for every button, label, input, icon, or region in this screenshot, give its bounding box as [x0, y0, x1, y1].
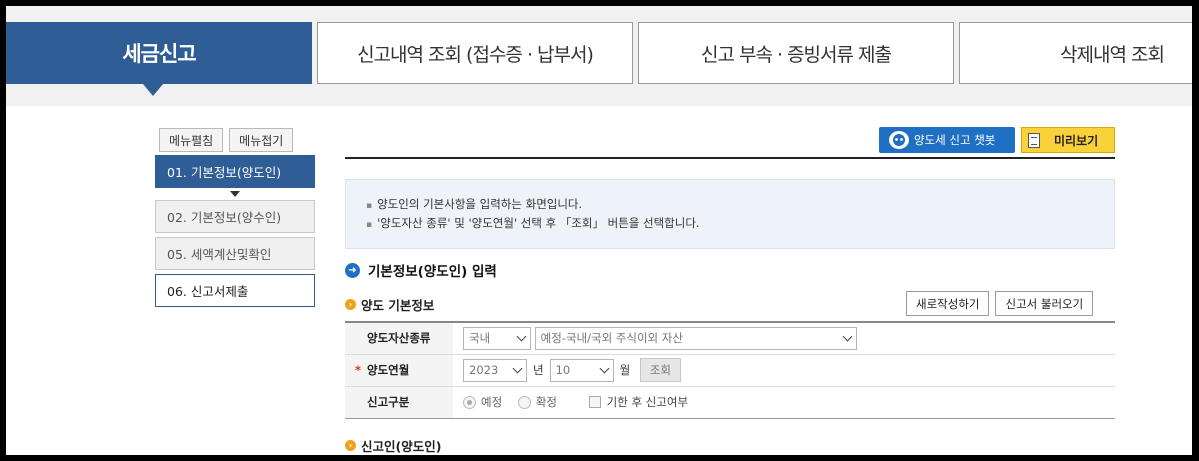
asset-type-cell: 국내 예정-국내/국외 주식이외 자산 — [453, 321, 1115, 355]
chevron-down-icon — [512, 363, 523, 373]
new-write-button[interactable]: 새로작성하기 — [906, 291, 990, 316]
section-title: ➜ 기본정보(양도인) 입력 — [345, 260, 497, 280]
search-button[interactable]: 조회 — [639, 358, 682, 382]
tab-label: 세금신고 — [122, 42, 196, 66]
form-row-date: * 양도연월 2023 년 10 월 조회 — [345, 354, 1115, 387]
active-tab-caret — [143, 84, 163, 96]
menu-toggle-group: 메뉴펼침 메뉴접기 — [159, 128, 294, 152]
asset-type-select[interactable]: 예정-국내/국외 주식이외 자산 — [534, 326, 857, 350]
radio-final[interactable]: 확정 — [517, 394, 557, 410]
subsection-title-text: 양도 기본정보 — [361, 298, 435, 313]
asset-type-value: 예정-국내/국외 주식이외 자산 — [540, 331, 683, 346]
month-select[interactable]: 10 — [549, 358, 614, 382]
asset-type-label: 양도자산종류 — [345, 321, 453, 355]
chatbot-button[interactable]: 양도세 신고 챗봇 — [879, 127, 1015, 153]
preview-label: 미리보기 — [1054, 133, 1099, 148]
transfer-date-cell: 2023 년 10 월 조회 — [453, 354, 1115, 387]
info-line: '양도자산 종류' 및 '양도연월' 선택 후 「조회」 버튼을 선택합니다. — [366, 215, 1114, 231]
late-filing-checkbox[interactable]: 기한 후 신고여부 — [588, 394, 689, 410]
preview-button[interactable]: 미리보기 — [1021, 127, 1115, 153]
radio-label: 예정 — [481, 395, 503, 409]
month-unit: 월 — [619, 363, 631, 377]
side-step-menu: 01. 기본정보(양도인) 02. 기본정보(양수인) 05. 세액계산및확인 … — [155, 155, 315, 311]
year-unit: 년 — [533, 363, 544, 377]
chevron-down-icon — [599, 363, 610, 373]
tab-tax-filing[interactable]: 세금신고 — [6, 22, 312, 96]
info-line: 양도인의 기본사항을 입력하는 화면입니다. — [366, 196, 1114, 212]
menu-expand-button[interactable]: 메뉴펼침 — [159, 128, 224, 152]
bullet-arrow-icon: › — [345, 299, 356, 310]
basic-info-form: 양도자산종류 국내 예정-국내/국외 주식이외 자산 * 양도연월 2023 년… — [345, 321, 1115, 419]
checkbox-icon — [588, 396, 601, 408]
radio-preliminary[interactable]: 예정 — [463, 394, 502, 410]
step-seller-info[interactable]: 01. 기본정보(양도인) — [155, 155, 315, 188]
radio-circle-icon — [463, 395, 476, 409]
checkbox-label: 기한 후 신고여부 — [606, 395, 689, 409]
form-action-buttons: 새로작성하기 신고서 불러오기 — [906, 291, 1094, 316]
subsection-title: › 양도 기본정보 — [345, 295, 434, 314]
step-arrow — [155, 188, 315, 200]
bullet-arrow-icon: › — [345, 440, 356, 451]
subsection-title-text: 신고인(양도인) — [361, 439, 442, 454]
radio-circle-icon — [517, 395, 531, 409]
asset-region-value: 국내 — [469, 331, 491, 346]
load-filing-button[interactable]: 신고서 불러오기 — [995, 291, 1094, 316]
section-title-text: 기본정보(양도인) 입력 — [368, 264, 497, 280]
year-value: 2023 — [469, 363, 499, 377]
subsection-title: › 신고인(양도인) — [345, 436, 441, 455]
chatbot-label: 양도세 신고 챗봇 — [914, 133, 996, 147]
form-row-asset: 양도자산종류 국내 예정-국내/국외 주식이외 자산 — [345, 321, 1115, 355]
radio-label: 확정 — [535, 395, 557, 409]
tab-filing-history[interactable]: 신고내역 조회 (접수증 · 납부서) — [317, 22, 633, 84]
transfer-date-label: * 양도연월 — [345, 354, 453, 387]
form-row-type: 신고구분 예정 확정 기한 후 신고여부 — [345, 386, 1115, 419]
required-mark: * — [355, 363, 362, 377]
top-tab-bar: 세금신고 신고내역 조회 (접수증 · 납부서) 신고 부속 · 증빙서류 제출… — [6, 6, 1192, 106]
filing-type-label: 신고구분 — [345, 386, 453, 419]
tab-attachment-submit[interactable]: 신고 부속 · 증빙서류 제출 — [638, 22, 954, 84]
tab-deleted-history[interactable]: 삭제내역 조회 — [959, 22, 1192, 84]
menu-collapse-button[interactable]: 메뉴접기 — [229, 128, 294, 152]
down-arrow-icon — [230, 191, 240, 197]
step-buyer-info[interactable]: 02. 기본정보(양수인) — [155, 200, 315, 233]
main-toolbar: 양도세 신고 챗봇 미리보기 — [879, 127, 1115, 153]
page-frame: 세금신고 신고내역 조회 (접수증 · 납부서) 신고 부속 · 증빙서류 제출… — [6, 6, 1192, 455]
chatbot-icon — [889, 131, 909, 149]
chevron-down-icon — [842, 331, 853, 342]
month-value: 10 — [555, 363, 571, 377]
arrow-right-icon: ➜ — [345, 262, 360, 278]
main-divider — [345, 157, 1115, 159]
transfer-date-label-text: 양도연월 — [367, 363, 410, 377]
year-select[interactable]: 2023 — [463, 358, 527, 382]
step-tax-calc[interactable]: 05. 세액계산및확인 — [155, 237, 315, 270]
info-box: 양도인의 기본사항을 입력하는 화면입니다. '양도자산 종류' 및 '양도연월… — [345, 179, 1115, 249]
step-submit[interactable]: 06. 신고서제출 — [155, 274, 315, 307]
filing-type-cell: 예정 확정 기한 후 신고여부 — [453, 386, 1115, 419]
document-icon — [1028, 132, 1040, 148]
chevron-down-icon — [516, 331, 527, 342]
asset-region-select[interactable]: 국내 — [463, 326, 531, 350]
